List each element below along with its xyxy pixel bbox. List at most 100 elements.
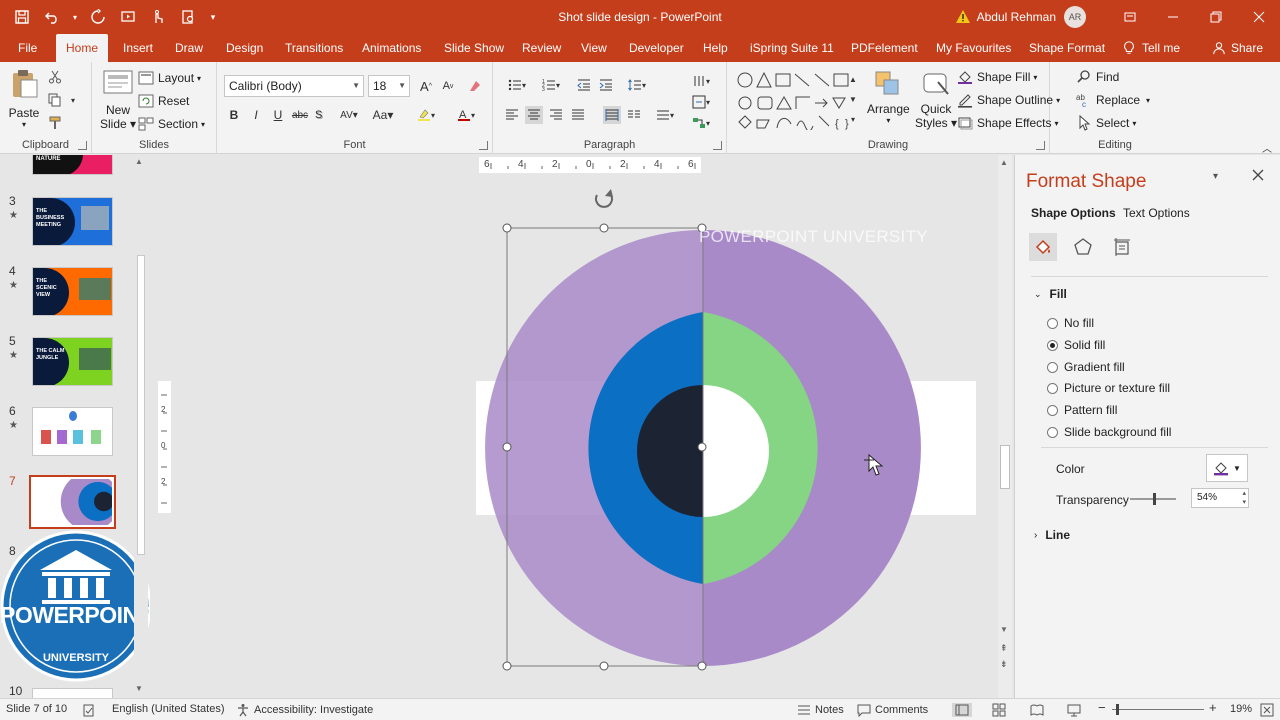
clear-formatting-icon[interactable]: [466, 77, 484, 95]
highlight-color-icon[interactable]: ▾: [413, 106, 439, 124]
smartart-icon[interactable]: ▾: [689, 114, 713, 132]
replace-button[interactable]: ab c Replace ▾: [1076, 92, 1150, 108]
distributed-icon[interactable]: [603, 106, 621, 124]
shape-outline-button[interactable]: Shape Outline ▾: [957, 92, 1060, 108]
fill-option-picture-fill[interactable]: Picture or texture fill: [1047, 381, 1170, 395]
pane-close-icon[interactable]: [1252, 169, 1264, 184]
scroll-thumb[interactable]: [1000, 445, 1010, 489]
gallery-down-icon[interactable]: ▼: [847, 90, 859, 108]
shape-effects-button[interactable]: Shape Effects ▾: [957, 115, 1059, 131]
change-case-button[interactable]: Aa ▾: [369, 106, 397, 124]
canvas-scrollbar[interactable]: ▲ ▼ ⇞ ⇟: [998, 155, 1012, 698]
tab-draw[interactable]: Draw: [165, 34, 213, 62]
shapes-gallery[interactable]: { }: [735, 70, 861, 132]
zoom-in-button[interactable]: +: [1209, 700, 1217, 715]
radio-button[interactable]: [1047, 404, 1058, 416]
columns-icon[interactable]: [625, 106, 643, 124]
slide-thumbnail-2[interactable]: NATURE: [32, 155, 113, 175]
thumb-scroll-thumb[interactable]: [137, 255, 145, 555]
fill-option-gradient-fill[interactable]: Gradient fill: [1047, 360, 1125, 374]
layout-button[interactable]: Layout ▾: [138, 70, 201, 86]
tab-insert[interactable]: Insert: [113, 34, 163, 62]
tab-animations[interactable]: Animations: [352, 34, 431, 62]
spell-check-icon[interactable]: [82, 703, 100, 717]
tab-developer[interactable]: Developer: [619, 34, 694, 62]
zoom-out-button[interactable]: −: [1098, 700, 1106, 715]
slideshow-icon[interactable]: [1067, 703, 1085, 717]
bold-button[interactable]: B: [225, 106, 243, 124]
tab-file[interactable]: File: [8, 34, 47, 62]
numbering-icon[interactable]: 1 2 3 ▾: [537, 76, 565, 94]
language-indicator[interactable]: English (United States): [112, 703, 225, 715]
tab-slide-show[interactable]: Slide Show: [434, 34, 514, 62]
radio-button[interactable]: [1047, 317, 1058, 329]
avatar[interactable]: AR: [1064, 6, 1086, 28]
slide-thumbnail-3[interactable]: THE BUSINESS MEETING: [32, 197, 113, 246]
tab-my-favourites[interactable]: My Favourites: [926, 34, 1021, 62]
fit-to-window-icon[interactable]: [1260, 703, 1278, 717]
slide-sorter-icon[interactable]: [992, 703, 1010, 717]
scroll-up-icon[interactable]: ▲: [1000, 158, 1008, 167]
columns-dropdown-icon[interactable]: ▾: [651, 106, 679, 124]
collapse-ribbon-icon[interactable]: ︿: [1258, 138, 1276, 156]
italic-button[interactable]: I: [247, 106, 265, 124]
fill-option-solid-fill[interactable]: Solid fill: [1047, 338, 1105, 352]
gallery-more-icon[interactable]: ▾: [847, 110, 859, 128]
underline-button[interactable]: U: [269, 106, 287, 124]
tab-design[interactable]: Design: [216, 34, 273, 62]
align-right-icon[interactable]: [547, 106, 565, 124]
copy-icon[interactable]: [46, 91, 64, 109]
transparency-slider[interactable]: [1130, 493, 1176, 505]
tab-home[interactable]: Home: [56, 34, 109, 62]
tab-shape-options[interactable]: Shape Options: [1031, 206, 1116, 220]
tab-help[interactable]: Help: [693, 34, 738, 62]
fill-option-slide-background-fill[interactable]: Slide background fill: [1047, 425, 1171, 439]
align-center-icon[interactable]: [525, 106, 543, 124]
align-text-icon[interactable]: ▾: [689, 93, 713, 111]
bullets-icon[interactable]: ▾: [503, 76, 531, 94]
slide-thumbnail-4[interactable]: THE SCENIC VIEW: [32, 267, 113, 316]
accessibility-indicator[interactable]: Accessibility: Investigate: [236, 703, 373, 717]
close-icon[interactable]: [1237, 0, 1280, 34]
find-button[interactable]: Find: [1076, 69, 1119, 85]
font-name-combo[interactable]: Calibri (Body) ▼: [224, 75, 364, 97]
tab-review[interactable]: Review: [512, 34, 571, 62]
tab-ispring[interactable]: iSpring Suite 11: [740, 34, 844, 62]
character-spacing-button[interactable]: AV ▾: [335, 106, 363, 124]
effects-pentagon-icon[interactable]: [1069, 233, 1097, 261]
warning-icon[interactable]: [955, 9, 971, 25]
minimize-icon[interactable]: [1151, 0, 1194, 34]
ribbon-display-icon[interactable]: [1108, 0, 1151, 34]
select-button[interactable]: Select ▾: [1076, 115, 1136, 131]
tab-pdfelement[interactable]: PDFelement: [841, 34, 928, 62]
radio-button[interactable]: [1047, 361, 1058, 373]
slide-thumbnail-7[interactable]: [29, 475, 116, 529]
thumb-scroll-up-icon[interactable]: ▲: [135, 157, 143, 166]
spin-down-icon[interactable]: ▾: [1242, 494, 1246, 512]
gallery-up-icon[interactable]: ▲: [847, 70, 859, 88]
decrease-indent-icon[interactable]: [575, 76, 593, 94]
fill-option-no-fill[interactable]: No fill: [1047, 316, 1094, 330]
shadow-icon[interactable]: SS: [313, 106, 331, 124]
increase-indent-icon[interactable]: [597, 76, 615, 94]
align-left-icon[interactable]: [503, 106, 521, 124]
font-size-combo[interactable]: 18 ▼: [368, 75, 410, 97]
pane-options-icon[interactable]: ▾: [1213, 171, 1218, 182]
slide-thumbnail-6[interactable]: [32, 407, 113, 456]
scroll-down-icon[interactable]: ▼: [1000, 625, 1008, 634]
arrange-button[interactable]: Arrange ▾: [867, 70, 910, 125]
increase-font-icon[interactable]: A ^: [417, 77, 435, 95]
radio-button[interactable]: [1047, 426, 1058, 438]
transparency-input[interactable]: 54% ▴ ▾: [1191, 488, 1249, 508]
reading-view-icon[interactable]: [1030, 703, 1048, 717]
radio-button[interactable]: [1047, 382, 1058, 394]
slide-thumbnail-5[interactable]: THE CALM JUNGLE: [32, 337, 113, 386]
font-launcher[interactable]: [479, 141, 488, 150]
paragraph-launcher[interactable]: [713, 141, 722, 150]
tab-transitions[interactable]: Transitions: [275, 34, 353, 62]
new-slide-button[interactable]: New Slide ▾: [100, 70, 136, 131]
cut-icon[interactable]: [46, 68, 64, 86]
justify-icon[interactable]: [569, 106, 587, 124]
zoom-level[interactable]: 19%: [1230, 703, 1252, 715]
zoom-slider-track[interactable]: [1112, 704, 1204, 715]
